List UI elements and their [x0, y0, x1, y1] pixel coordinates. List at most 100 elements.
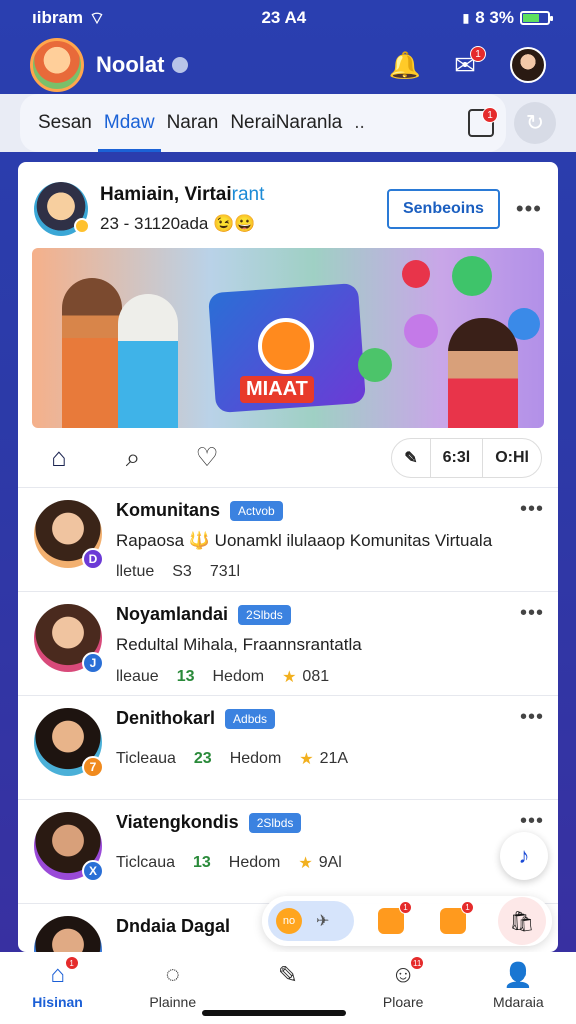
app-header: Noolat 🔔 ✉ 1	[0, 36, 576, 94]
stat-score: 081	[302, 668, 330, 685]
stat-label: lletue	[116, 563, 155, 580]
member-name: Dndaia Dagal	[116, 916, 231, 936]
search-icon[interactable]: ⌕	[118, 442, 148, 474]
member-tag: 2Slbds	[248, 812, 302, 833]
carrier-label: ıibram	[32, 8, 84, 27]
bubble-icon	[402, 260, 430, 288]
bonus-icon[interactable]: 1	[440, 901, 474, 934]
banner-person-1	[62, 278, 122, 428]
tab-sesan[interactable]: Sesan	[32, 94, 98, 152]
emoji-icon	[358, 348, 392, 382]
chat-bubble-icon	[452, 256, 492, 296]
item-more-icon[interactable]: •••	[520, 602, 544, 625]
member-badge: J	[82, 652, 104, 674]
floating-pill[interactable]: no ✈	[268, 901, 354, 941]
member-tag: 2Slbds	[238, 604, 291, 625]
member-avatar[interactable]: X	[34, 812, 104, 882]
member-tag: Adbds	[225, 708, 276, 729]
messages-icon[interactable]: ✉ 1	[450, 46, 486, 80]
member-description: Redultal Mihala, Fraannsrantatla	[116, 635, 362, 654]
stat-extra: Hedom	[212, 668, 265, 685]
member-description: Rapaosa 🔱 Uonamkl ilulaaop Komunitas Vir…	[116, 531, 493, 550]
item-more-icon[interactable]: •••	[520, 498, 544, 521]
people-badge: 11	[410, 956, 425, 970]
battery-icon	[519, 11, 553, 25]
list-item[interactable]: 7 Denithokarl Adbds Ticleaua 23 Hedom ★ …	[18, 696, 558, 800]
clipboard-icon[interactable]: 1	[468, 107, 498, 137]
stat-label: lleaue	[116, 668, 159, 685]
member-avatar[interactable]: D	[34, 500, 104, 570]
nav-create[interactable]: ✎	[238, 960, 338, 994]
nav-profile[interactable]: 👤 Mdaraia	[468, 960, 568, 1011]
gift-badge: 1	[399, 901, 412, 914]
notification-bell-icon[interactable]: 🔔	[389, 50, 421, 80]
tabs-more[interactable]: ..	[354, 112, 365, 134]
member-avatar[interactable]: 7	[34, 708, 104, 778]
member-avatar[interactable]: J	[34, 604, 104, 674]
music-icon[interactable]: ♪	[500, 832, 548, 880]
subscribe-button[interactable]: Senbeoins	[386, 189, 500, 229]
stat-score: 9Al	[318, 854, 342, 871]
wifi-icon: ⌔	[89, 8, 106, 28]
list-item[interactable]: X Viatengkondis 2Slbds Ticlcaua 13 Hedom…	[18, 800, 558, 904]
nav-label: Mdaraia	[493, 994, 544, 1010]
member-name: Komunitans	[116, 500, 221, 520]
award-icon: ★	[282, 669, 297, 686]
shopping-bag-icon[interactable]: 🛍	[498, 897, 546, 945]
stat-pill-right[interactable]: O:Hl	[482, 438, 541, 477]
smile-icon	[404, 314, 438, 348]
stat-value: S3	[172, 563, 192, 580]
post-author-name[interactable]: Hamiain, Virtairant	[100, 184, 264, 206]
floating-pill-label: no	[276, 908, 302, 934]
banner-person-2	[118, 294, 178, 428]
heart-icon[interactable]: ♡	[192, 442, 222, 473]
tab-neranaranla[interactable]: NeraiNaranla	[224, 94, 348, 152]
nav-label: Hisinan	[32, 994, 83, 1010]
feed-card: Hamiain, Virtairant 23 - 31120ada 😉😀 Sen…	[18, 162, 558, 952]
refresh-icon[interactable]: ↻	[514, 102, 556, 144]
profile-icon: 👤	[503, 961, 534, 989]
member-badge: D	[82, 548, 104, 570]
status-bar: ıibram ⌔ 23 A4 ▮ 8 3%	[0, 0, 576, 36]
clipboard-badge: 1	[482, 107, 498, 123]
home-icon[interactable]: ⌂	[44, 442, 74, 473]
post-banner-image[interactable]: MIAAT	[32, 248, 544, 428]
list-item[interactable]: J Noyamlandai 2Slbds Redultal Mihala, Fr…	[18, 592, 558, 696]
send-icon: ✈	[316, 913, 330, 930]
nav-home[interactable]: ⌂ 1 Hisinan	[8, 956, 108, 1010]
stat-label: Ticleaua	[116, 750, 176, 767]
member-avatar[interactable]	[34, 916, 102, 952]
tabs-row: Sesan Mdaw Naran NeraiNaranla .. 1 ↻	[0, 94, 576, 152]
post-more-icon[interactable]: •••	[516, 196, 542, 222]
tab-naran[interactable]: Naran	[161, 94, 225, 152]
stat-value: 23	[193, 750, 212, 767]
gift-icon[interactable]: 1	[378, 901, 412, 934]
item-more-icon[interactable]: •••	[520, 810, 544, 833]
battery-percent: 8 3%	[475, 8, 514, 27]
banner-person-3	[448, 318, 518, 428]
chat-icon: ◌	[165, 961, 180, 988]
stat-extra: Hedom	[228, 854, 281, 871]
list-item[interactable]: D Komunitans Actvob Rapaosa 🔱 Uonamkl il…	[18, 488, 558, 592]
post-action-row: ⌂ ⌕ ♡ ✎ 6:3l O:Hl	[18, 428, 558, 488]
item-more-icon[interactable]: •••	[520, 706, 544, 729]
clock: 23 A4	[261, 8, 307, 27]
stat-value: 13	[176, 668, 195, 685]
stat-label: Ticlcaua	[116, 854, 175, 871]
award-icon: ★	[298, 855, 313, 872]
user-avatar[interactable]	[510, 47, 546, 83]
member-badge: X	[82, 860, 104, 882]
nav-label: Ploare	[382, 994, 424, 1010]
member-tag: Actvob	[230, 500, 283, 521]
post-subtitle: 23 - 31120ada 😉😀	[100, 214, 256, 233]
edit-icon[interactable]: ✎	[392, 439, 429, 477]
tab-bar: Sesan Mdaw Naran NeraiNaranla .. 1	[20, 94, 506, 152]
stat-pill-left[interactable]: 6:3l	[429, 438, 483, 477]
nav-search-people[interactable]: ☺ 11 Ploare	[353, 956, 453, 1010]
floating-toolbar: no ✈ 1 1 🛍	[262, 896, 552, 946]
app-logo-avatar[interactable]	[30, 38, 84, 92]
stat-extra: 731l	[209, 563, 241, 580]
nav-chat[interactable]: ◌ Plainne	[123, 960, 223, 1010]
tab-mdaw[interactable]: Mdaw	[97, 94, 161, 152]
post-author-avatar[interactable]	[34, 182, 90, 236]
